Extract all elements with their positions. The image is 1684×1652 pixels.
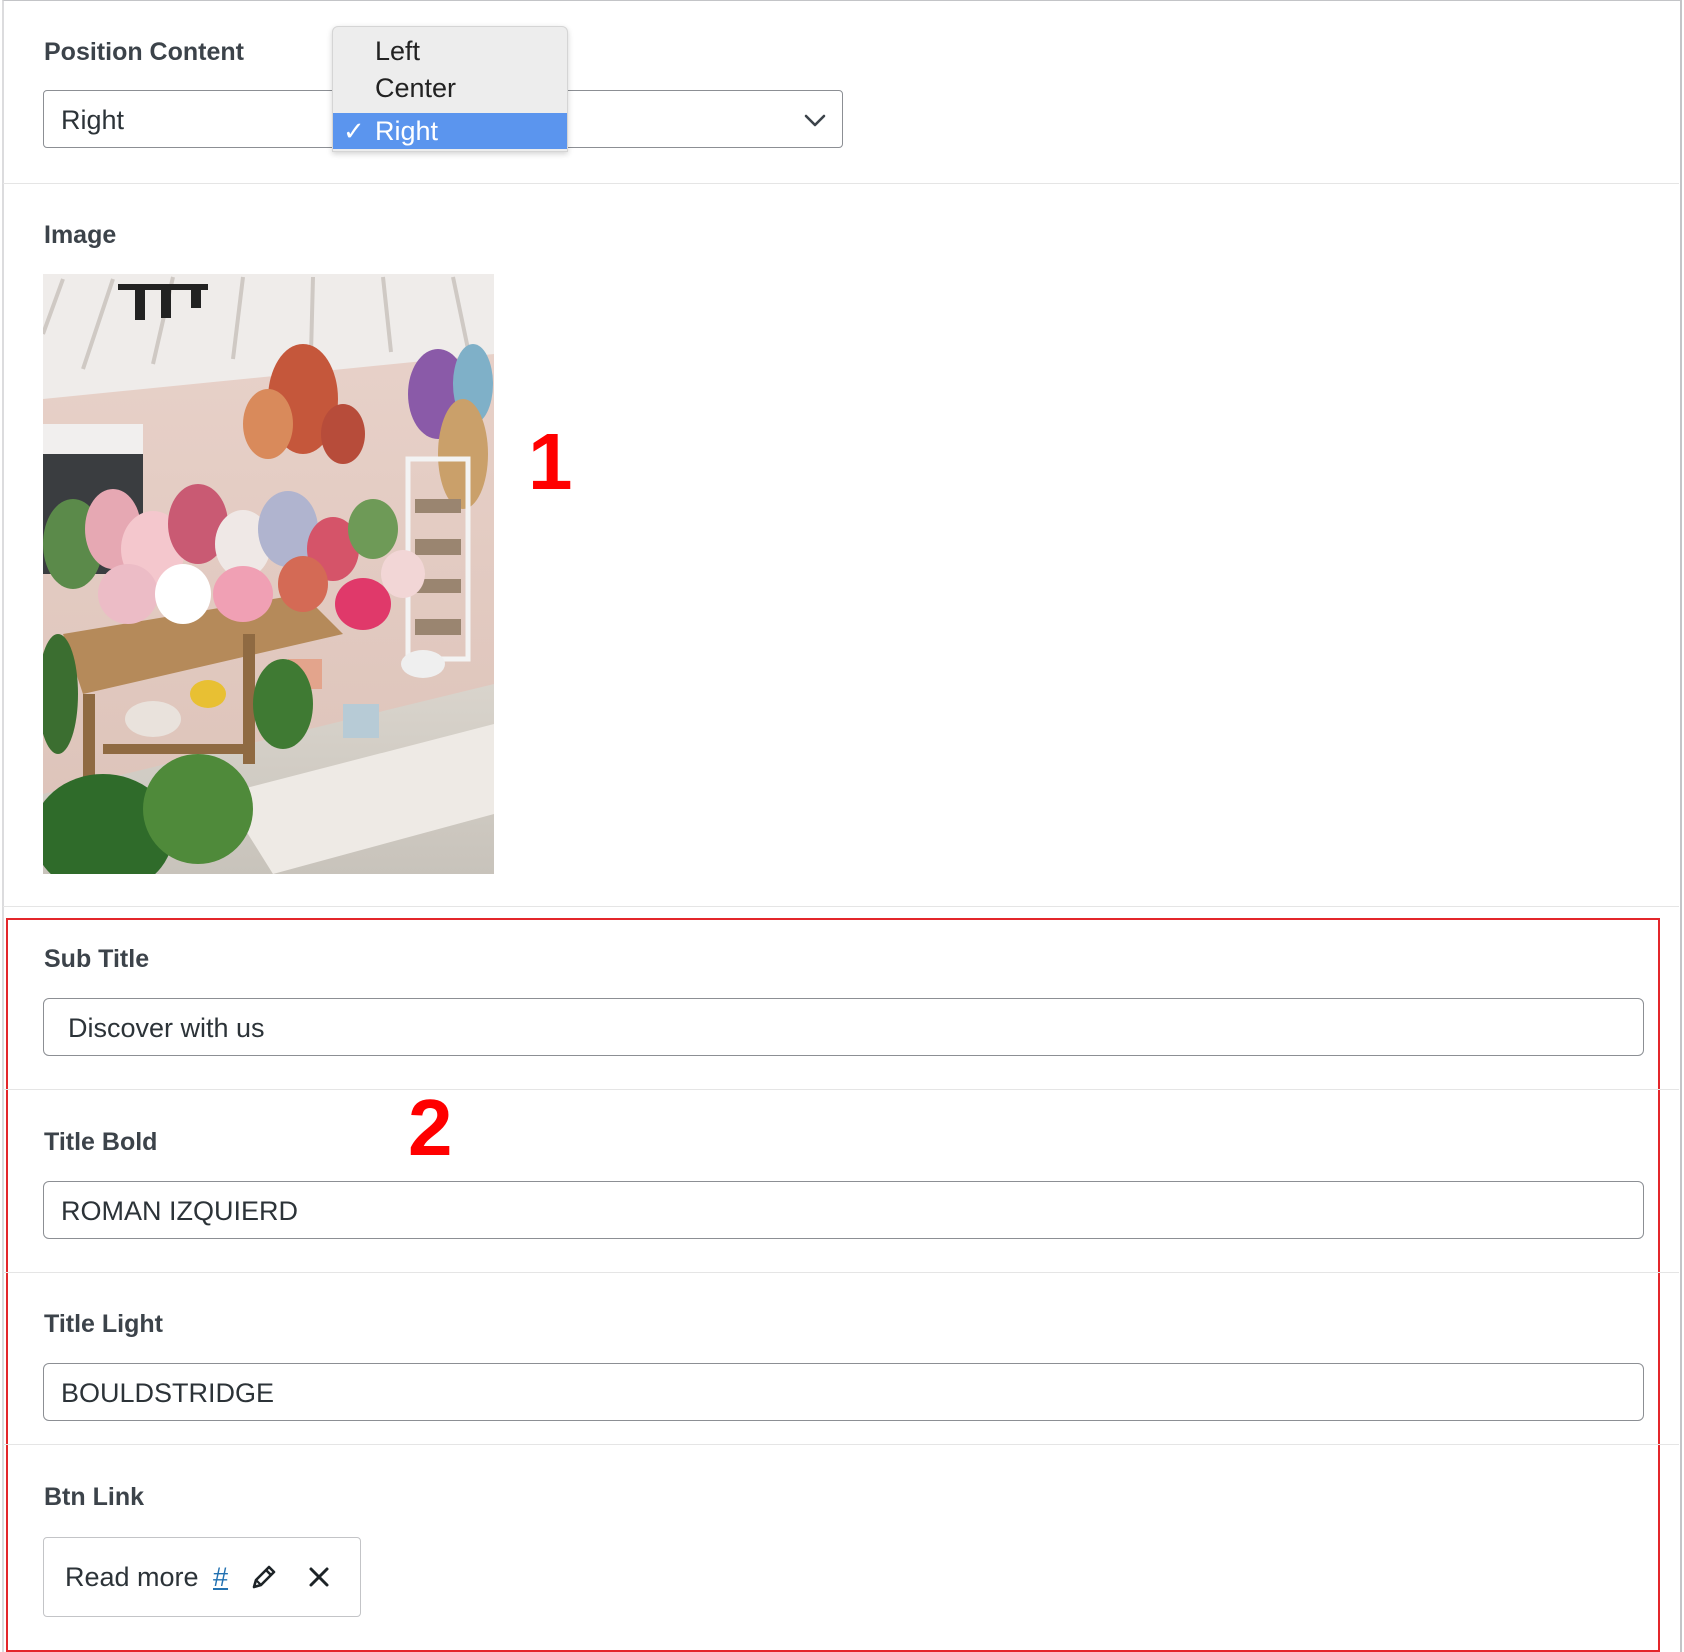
position-content-dropdown: Left Center ✓ Right [332,26,568,152]
title-bold-input[interactable]: ROMAN IZQUIERD [43,1181,1644,1239]
title-light-label: Title Light [44,1310,163,1338]
select-current-value: Right [61,105,125,135]
sub-title-input[interactable]: Discover with us [43,998,1644,1056]
title-light-value: BOULDSTRIDGE [61,1378,275,1408]
title-bold-label: Title Bold [44,1128,158,1156]
close-icon[interactable] [307,1565,331,1589]
option-label: Left [375,36,421,66]
title-light-input[interactable]: BOULDSTRIDGE [43,1363,1644,1421]
option-label: Center [375,73,457,103]
dropdown-option-left[interactable]: Left [333,33,567,69]
sub-title-value: Discover with us [68,1013,265,1043]
field-divider [3,1444,1679,1445]
annotation-marker-1: 1 [528,417,573,506]
btn-link-label: Btn Link [44,1483,144,1511]
link-text: Read more [65,1562,199,1592]
field-divider [3,906,1679,907]
field-divider [3,183,1679,184]
btn-link-field: Read more # [43,1537,361,1617]
image-label: Image [44,221,117,249]
sub-title-label: Sub Title [44,945,150,973]
field-divider [3,1272,1679,1273]
position-content-label: Position Content [44,38,244,66]
dropdown-option-center[interactable]: Center [333,70,567,106]
link-url[interactable]: # [213,1562,228,1593]
title-bold-value: ROMAN IZQUIERD [61,1196,299,1226]
chevron-down-icon [804,114,826,127]
checkmark-icon: ✓ [343,116,365,146]
field-divider [3,1089,1679,1090]
flower-shop-image[interactable] [43,274,494,874]
annotation-marker-2: 2 [408,1083,453,1172]
dropdown-option-right[interactable]: ✓ Right [333,113,567,149]
option-label: Right [375,116,439,146]
pencil-icon[interactable] [249,1562,279,1592]
